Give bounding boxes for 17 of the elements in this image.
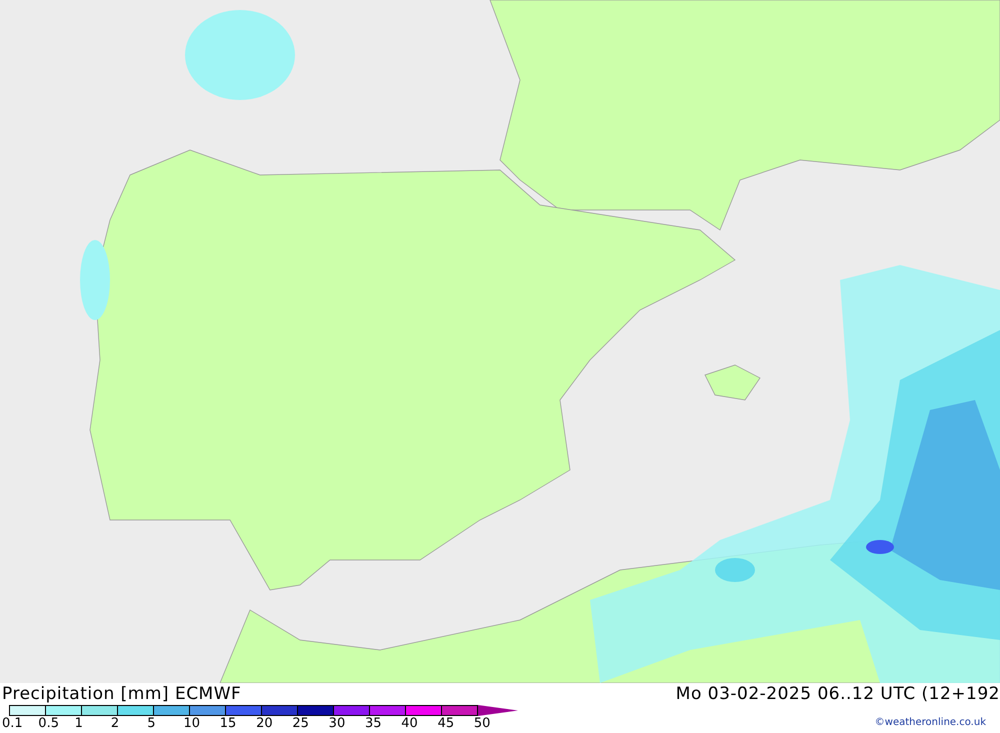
legend-label: 2 (110, 716, 120, 732)
valid-time: Mo 03-02-2025 06..12 UTC (12+192 (676, 683, 1000, 705)
legend-label: 35 (364, 716, 383, 732)
legend-label: 0.5 (38, 716, 60, 732)
legend-label: 1 (74, 716, 84, 732)
legend-label: 40 (401, 716, 419, 732)
legend-label: 50 (474, 716, 492, 732)
legend-label: 30 (328, 716, 346, 732)
legend-label: 25 (292, 716, 310, 732)
credit-link[interactable]: ©weatheronline.co.uk (874, 717, 986, 728)
legend-label: 20 (256, 716, 274, 732)
legend-label: 15 (220, 716, 238, 732)
legend-label: 5 (147, 716, 156, 732)
legend-label: 0.1 (2, 716, 24, 732)
legend-label: 10 (183, 716, 202, 732)
chart-title: Precipitation [mm] ECMWF (2, 683, 242, 705)
legend-label: 45 (438, 716, 456, 732)
